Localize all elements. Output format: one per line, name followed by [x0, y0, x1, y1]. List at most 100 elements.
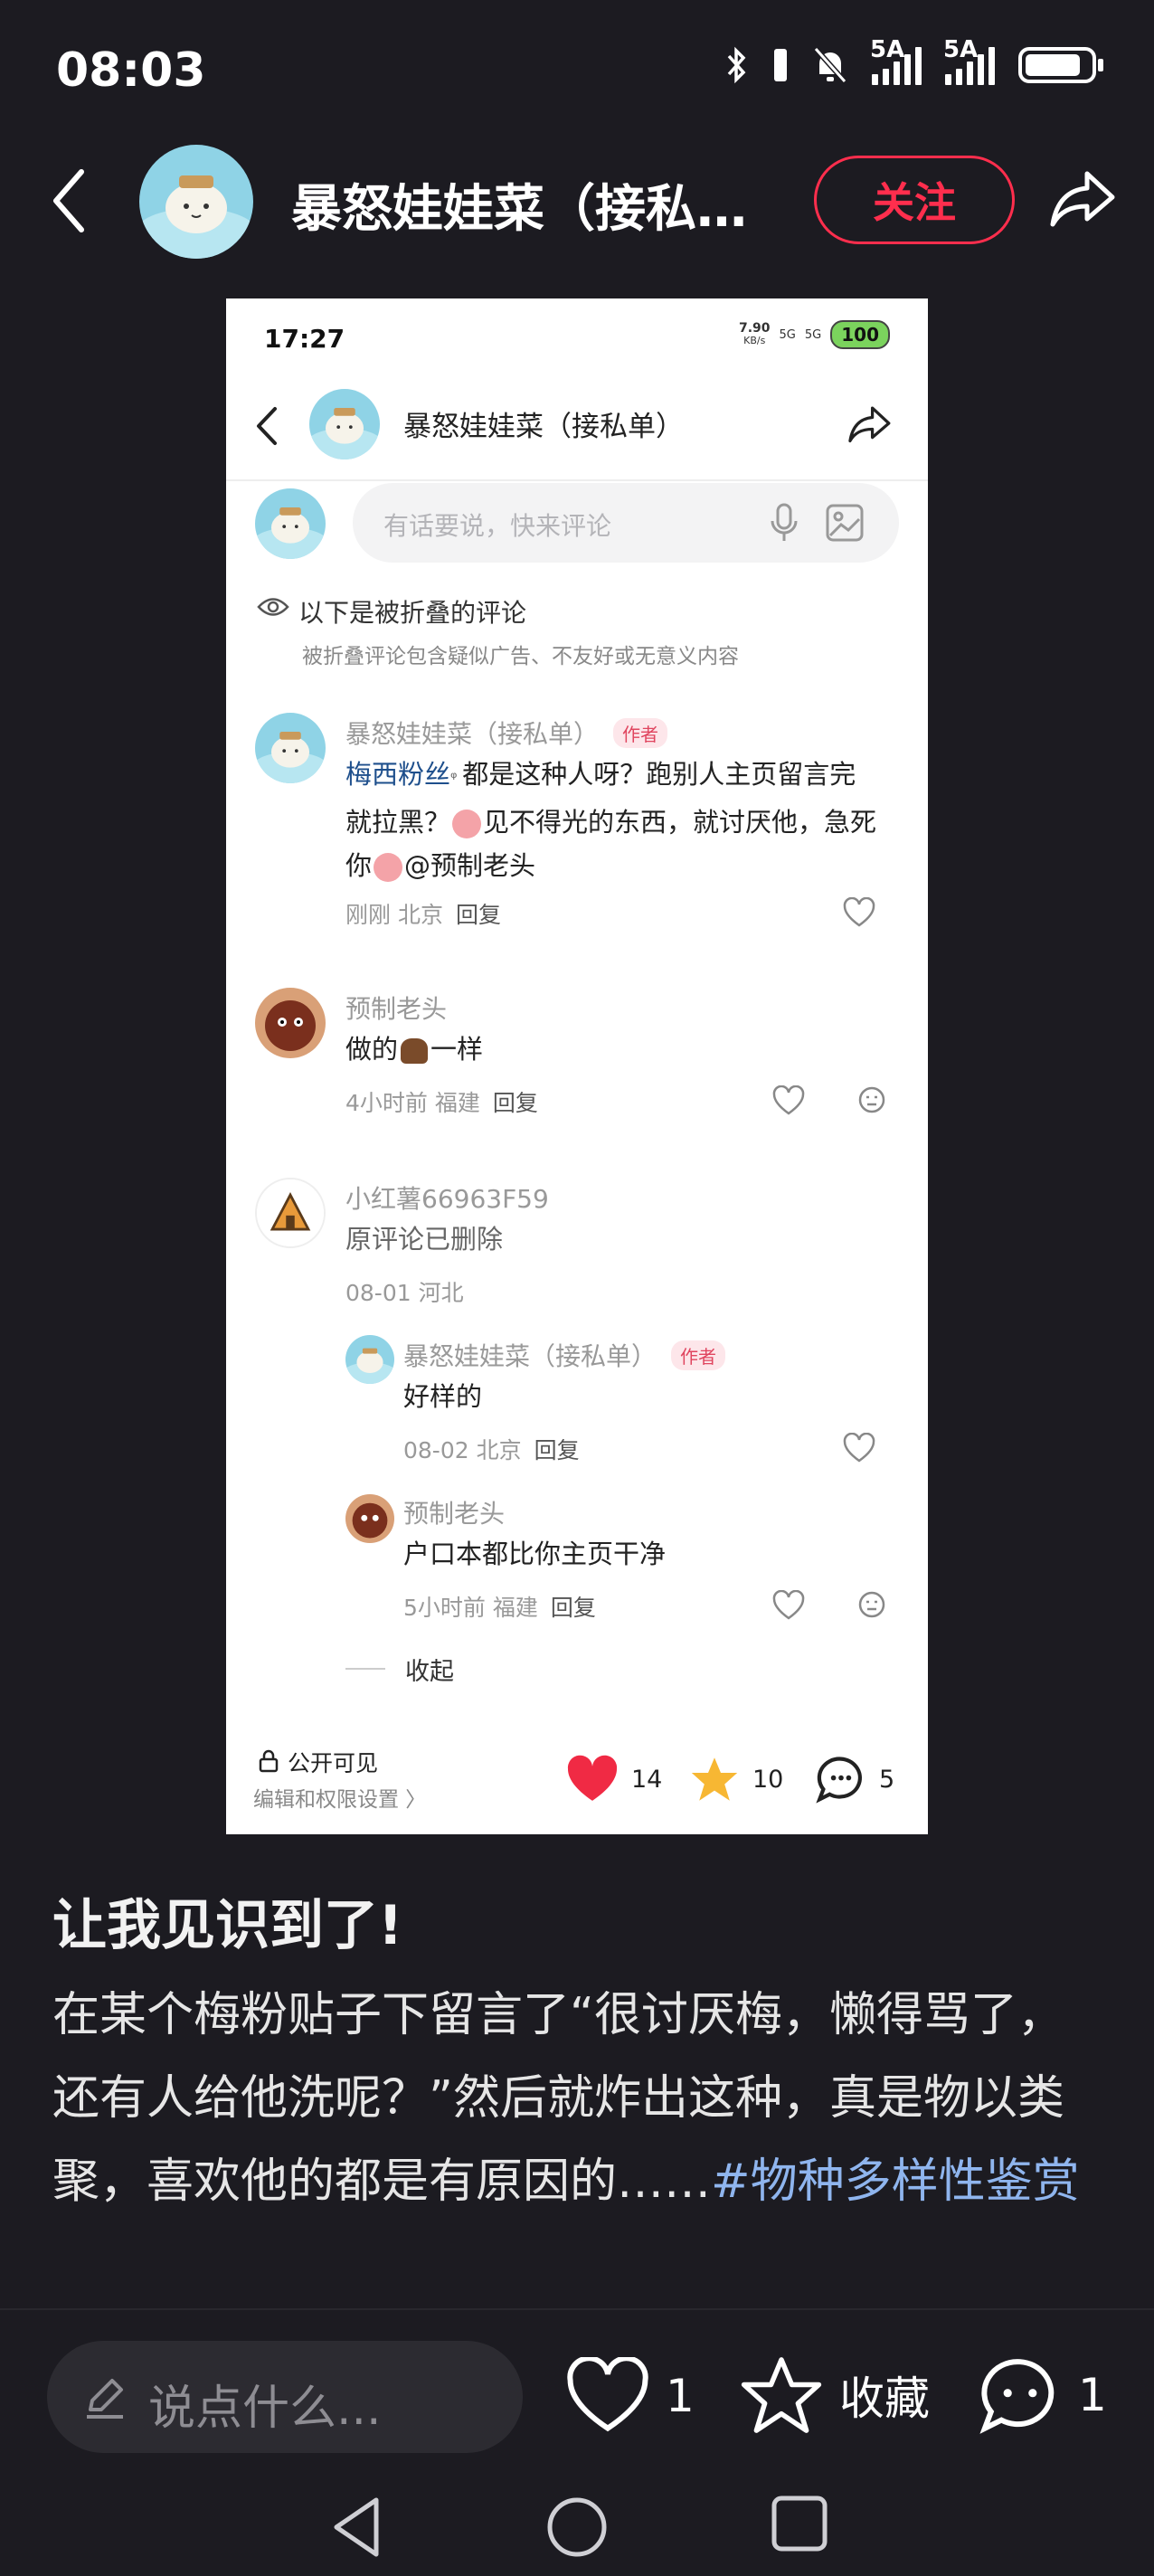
mic-icon: [771, 503, 798, 541]
battery-icon: [1018, 47, 1103, 83]
reply-button: 回复: [455, 902, 501, 928]
shot-author-name: 暴怒娃娃菜（接私单）: [403, 411, 684, 443]
hashtag-link[interactable]: #物种多样性鉴赏: [711, 2155, 1080, 2209]
poop-emoji: [401, 1038, 429, 1064]
edit-permissions-link: 编辑和权限设置 〉: [253, 1788, 427, 1812]
share-icon[interactable]: [1047, 161, 1120, 233]
shot-status-time: 17:27: [264, 324, 345, 354]
comment-avatar: [255, 988, 326, 1058]
heart-outline-icon: [772, 1590, 805, 1620]
author-avatar[interactable]: [139, 145, 253, 259]
dislike-icon: [858, 1591, 885, 1618]
bluetooth-icon: [727, 46, 746, 84]
likes-stat: 14: [566, 1755, 662, 1804]
shot-back-icon: [257, 407, 277, 445]
post-body: 在某个梅粉贴子下留言了“很讨厌梅，懒得骂了，还有人给他洗呢？”然后就炸出这种，真…: [52, 1974, 1107, 2223]
comment-placeholder: 说点什么...: [148, 2382, 382, 2436]
comment-text: 梅西粉丝ᵠ 都是这种人呀？跑别人主页留言完 就拉黑？ 见不得光的东西，就讨厌他，急…: [345, 759, 877, 882]
system-home-icon[interactable]: [544, 2495, 610, 2560]
lock-icon: [259, 1749, 279, 1773]
comment-avatar: [255, 713, 326, 783]
post-title: 让我见识到了!: [52, 1894, 403, 1957]
comment-button[interactable]: 1: [979, 2355, 1107, 2435]
signal-icon-1: 5A: [870, 36, 922, 85]
reply-button: 回复: [550, 1595, 596, 1621]
reply-avatar: [345, 1494, 394, 1543]
system-recents-icon[interactable]: [771, 2495, 828, 2552]
folded-comments-title: 以下是被折叠的评论: [298, 598, 527, 628]
reply-text: 好样的: [403, 1381, 483, 1412]
post-image[interactable]: 17:27 7.90 KB/s 5G 5G 100 暴怒娃娃菜（接私单） 有话要…: [226, 298, 928, 1834]
visibility-label: 公开可见: [288, 1750, 379, 1776]
author-badge: 作者: [613, 717, 668, 748]
collapse-button: 收起: [405, 1658, 454, 1686]
heart-icon: [567, 1755, 618, 1801]
heart-outline-icon: [567, 2357, 648, 2432]
author-name[interactable]: 暴怒娃娃菜（接私…: [291, 168, 747, 242]
reply-author: 预制老头: [403, 1499, 506, 1529]
like-button[interactable]: 1: [566, 2357, 695, 2435]
heart-outline-icon: [843, 897, 875, 927]
shot-battery: 100: [830, 320, 890, 349]
signal-icon-2: 5A: [943, 36, 995, 85]
reply-button: 回复: [492, 1090, 538, 1116]
shot-share-icon: [848, 406, 891, 443]
status-icons: 5A 5A: [725, 36, 1103, 85]
follow-button[interactable]: 关注: [814, 156, 1015, 244]
comment-bubble-icon: [816, 1757, 862, 1804]
comment-meta: 08-01 河北: [345, 1280, 464, 1306]
bottom-divider: [0, 2308, 1154, 2310]
heart-outline-icon: [772, 1085, 805, 1115]
shot-net-a: 5G: [779, 327, 796, 342]
comment-bubble-icon: [979, 2359, 1055, 2434]
system-back-icon[interactable]: [327, 2495, 385, 2560]
shot-comment-input: 有话要说，快来评论: [353, 483, 899, 563]
comment-avatar: [255, 1178, 326, 1248]
comment-text: 原评论已删除: [345, 1224, 504, 1255]
shot-my-avatar: [255, 488, 326, 559]
mute-bell-icon: [813, 47, 847, 83]
comment-text: 做的 一样: [345, 1034, 484, 1065]
status-time: 08:03: [56, 43, 206, 98]
eye-icon: [257, 598, 289, 616]
shot-speed-value: 7.90: [738, 321, 771, 336]
stars-stat: 10: [689, 1755, 783, 1804]
reply-avatar: [345, 1335, 394, 1384]
comment-author: 暴怒娃娃菜（接私单）: [345, 719, 600, 749]
reply-text: 户口本都比你主页干净: [403, 1539, 667, 1569]
comment-author: 预制老头: [345, 994, 448, 1024]
pencil-icon: [87, 2379, 123, 2419]
reply-button: 回复: [534, 1437, 580, 1463]
collapse-line: [345, 1668, 385, 1670]
folded-comments-subtitle: 被折叠评论包含疑似广告、不友好或无意义内容: [302, 645, 739, 668]
sim-icon: [774, 49, 787, 81]
collect-button[interactable]: 收藏: [740, 2355, 930, 2435]
shot-speed-unit: KB/s: [743, 335, 766, 346]
heart-outline-icon: [843, 1433, 875, 1463]
mention-link: 梅西粉丝: [345, 759, 451, 790]
shot-input-placeholder: 有话要说，快来评论: [383, 511, 612, 541]
comment-header: 暴怒娃娃菜（接私单） 作者: [345, 715, 668, 751]
reply-meta: 5小时前 福建 回复: [403, 1595, 596, 1621]
comments-stat: 5: [816, 1755, 894, 1804]
comment-count: 1: [1078, 2369, 1107, 2421]
comment-meta: 4小时前 福建 回复: [345, 1090, 538, 1116]
dislike-icon: [858, 1086, 885, 1113]
star-outline-icon: [741, 2357, 822, 2433]
comment-input[interactable]: 说点什么...: [47, 2341, 523, 2453]
back-icon[interactable]: [47, 165, 92, 237]
shot-divider: [226, 479, 928, 481]
pig-emoji: [374, 853, 403, 882]
shot-status-icons: 7.90 KB/s 5G 5G 100: [739, 320, 890, 349]
reply-header: 暴怒娃娃菜（接私单） 作者: [403, 1337, 726, 1373]
pig-emoji: [452, 810, 482, 838]
star-icon: [691, 1757, 738, 1801]
comment-author: 小红薯66963F59: [345, 1184, 549, 1214]
reply-author: 暴怒娃娃菜（接私单）: [403, 1341, 657, 1371]
reply-meta: 08-02 北京 回复: [403, 1437, 580, 1463]
comment-meta: 刚刚 北京 回复: [345, 902, 501, 928]
shot-author-avatar: [309, 389, 380, 459]
image-icon: [826, 504, 864, 542]
like-count: 1: [666, 2370, 695, 2422]
collect-label: 收藏: [839, 2372, 930, 2425]
